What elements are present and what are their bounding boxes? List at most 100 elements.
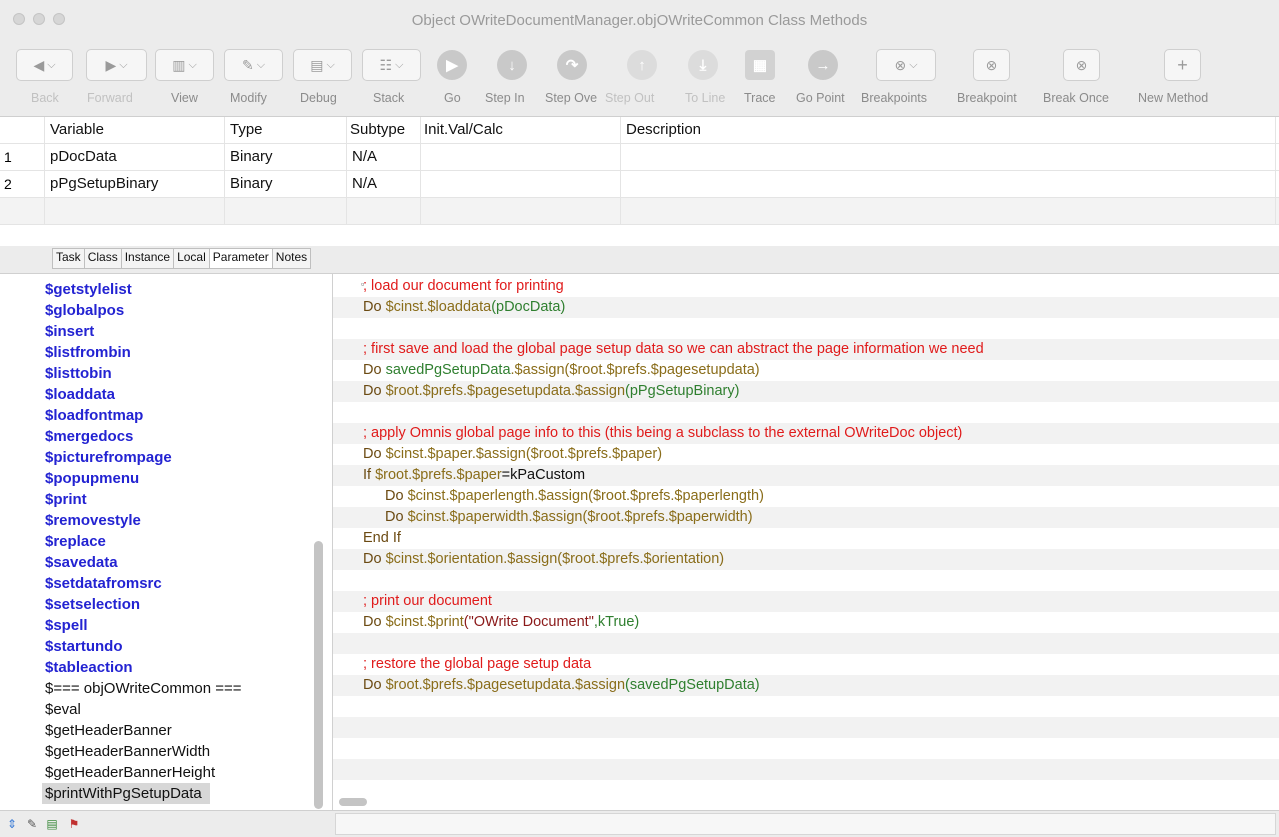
code-line[interactable]: Do $cinst.$paperwidth.$assign($root.$pre… xyxy=(333,507,1279,528)
method-item[interactable]: $getstylelist xyxy=(45,279,132,300)
column-header-subtype[interactable]: Subtype xyxy=(347,117,421,143)
breakpoints-button[interactable]: ⊗ ⌵ xyxy=(876,49,936,81)
code-line[interactable]: Do $cinst.$orientation.$assign($root.$pr… xyxy=(333,549,1279,570)
code-line[interactable] xyxy=(333,717,1279,738)
method-item[interactable]: $picturefrompage xyxy=(45,447,172,468)
variable-description-cell[interactable] xyxy=(621,171,1276,197)
code-line[interactable]: Do $root.$prefs.$pagesetupdata.$assign(s… xyxy=(333,675,1279,696)
code-line[interactable]: Do $cinst.$paperlength.$assign($root.$pr… xyxy=(333,486,1279,507)
method-item[interactable]: $insert xyxy=(45,321,94,342)
method-item[interactable]: $listfrombin xyxy=(45,342,131,363)
modify-icon[interactable]: ✎ xyxy=(24,816,40,832)
table-row-empty[interactable] xyxy=(0,198,1279,225)
code-line[interactable] xyxy=(333,633,1279,654)
method-item[interactable]: $savedata xyxy=(45,552,118,573)
variable-type-cell[interactable]: Binary xyxy=(225,171,347,197)
code-horizontal-scrollbar[interactable] xyxy=(339,798,367,806)
code-line[interactable] xyxy=(333,570,1279,591)
variable-name-cell[interactable]: pDocData xyxy=(45,144,225,170)
variable-subtype-cell[interactable]: N/A xyxy=(347,171,421,197)
variable-init-cell[interactable] xyxy=(421,144,621,170)
code-text: End If xyxy=(363,528,401,549)
table-row[interactable]: 2 pPgSetupBinary Binary N/A xyxy=(0,171,1279,198)
step-over-button[interactable]: ↷ xyxy=(557,50,587,80)
code-line[interactable] xyxy=(333,780,1279,801)
step-in-button[interactable]: ↓ xyxy=(497,50,527,80)
trace-button[interactable]: ▦ xyxy=(745,50,775,80)
sort-arrows-icon[interactable]: ⇕ xyxy=(4,816,20,832)
code-line[interactable] xyxy=(333,318,1279,339)
go-point-button[interactable]: → xyxy=(808,50,838,80)
method-item[interactable]: $listtobin xyxy=(45,363,112,384)
variable-description-cell[interactable] xyxy=(621,144,1276,170)
tab-parameter[interactable]: Parameter xyxy=(209,249,273,268)
method-item[interactable]: $getHeaderBanner xyxy=(45,720,172,741)
method-item[interactable]: $getHeaderBannerHeight xyxy=(45,762,215,783)
method-item-selected[interactable]: $printWithPgSetupData xyxy=(42,783,210,804)
code-line[interactable]: ▫; load our document for printing xyxy=(333,276,1279,297)
stack-button[interactable]: ☷ ⌵ xyxy=(362,49,421,81)
method-item[interactable]: $eval xyxy=(45,699,81,720)
variable-subtype-cell[interactable]: N/A xyxy=(347,144,421,170)
method-item[interactable]: $print xyxy=(45,489,87,510)
code-line[interactable]: Do $root.$prefs.$pagesetupdata.$assign(p… xyxy=(333,381,1279,402)
debug-button[interactable]: ▤ ⌵ xyxy=(293,49,352,81)
code-line[interactable]: Do $cinst.$print("OWrite Document",kTrue… xyxy=(333,612,1279,633)
method-item[interactable]: $setselection xyxy=(45,594,140,615)
breakpoint-button[interactable]: ⊗ xyxy=(973,49,1010,81)
method-item[interactable]: $globalpos xyxy=(45,300,124,321)
to-line-button[interactable]: ⤓ xyxy=(688,50,718,80)
column-header-init[interactable]: Init.Val/Calc xyxy=(421,117,621,143)
view-button[interactable]: ▥ ⌵ xyxy=(155,49,214,81)
tab-task[interactable]: Task xyxy=(53,249,85,268)
break-once-button[interactable]: ⊗ xyxy=(1063,49,1100,81)
method-item[interactable]: $tableaction xyxy=(45,657,133,678)
code-editor[interactable]: Do $root.$prefs.$pagesetupdata.$assign(s… xyxy=(333,273,1279,811)
method-item[interactable]: $startundo xyxy=(45,636,123,657)
code-line[interactable] xyxy=(333,738,1279,759)
code-line[interactable]: Do $cinst.$paper.$assign($root.$prefs.$p… xyxy=(333,444,1279,465)
variable-name-cell[interactable]: pPgSetupBinary xyxy=(45,171,225,197)
go-button[interactable]: ▶ xyxy=(437,50,467,80)
code-line[interactable] xyxy=(333,402,1279,423)
tab-class[interactable]: Class xyxy=(85,249,122,268)
method-item[interactable]: $replace xyxy=(45,531,106,552)
method-item[interactable]: $removestyle xyxy=(45,510,141,531)
table-row[interactable]: 1 pDocData Binary N/A xyxy=(0,144,1279,171)
new-method-button[interactable]: + xyxy=(1164,49,1201,81)
code-line[interactable]: If $root.$prefs.$paper=kPaCustom xyxy=(333,465,1279,486)
code-line[interactable] xyxy=(333,759,1279,780)
tab-notes[interactable]: Notes xyxy=(273,249,310,268)
method-item[interactable]: $setdatafromsrc xyxy=(45,573,162,594)
forward-button[interactable]: ▶ ⌵ xyxy=(86,49,147,81)
method-item[interactable]: $=== objOWriteCommon === xyxy=(45,678,242,699)
variable-type-cell[interactable]: Binary xyxy=(225,144,347,170)
code-token: ) xyxy=(719,551,725,567)
code-line[interactable]: ; first save and load the global page se… xyxy=(333,339,1279,360)
code-line[interactable]: Do savedPgSetupData.$assign($root.$prefs… xyxy=(333,360,1279,381)
method-item[interactable]: $mergedocs xyxy=(45,426,133,447)
tab-local[interactable]: Local xyxy=(174,249,210,268)
method-list-scrollbar[interactable] xyxy=(314,541,323,809)
method-item[interactable]: $loaddata xyxy=(45,384,115,405)
column-header-type[interactable]: Type xyxy=(225,117,347,143)
debug-icon[interactable]: ▤ xyxy=(44,816,60,832)
code-line[interactable]: ; restore the global page setup data xyxy=(333,654,1279,675)
code-line[interactable]: Do $cinst.$loaddata(pDocData) xyxy=(333,297,1279,318)
method-item[interactable]: $getHeaderBannerWidth xyxy=(45,741,210,762)
variable-init-cell[interactable] xyxy=(421,171,621,197)
code-line[interactable]: ; print our document xyxy=(333,591,1279,612)
column-header-variable[interactable]: Variable xyxy=(45,117,225,143)
method-item[interactable]: $spell xyxy=(45,615,88,636)
code-line[interactable] xyxy=(333,696,1279,717)
code-line[interactable]: End If xyxy=(333,528,1279,549)
method-item[interactable]: $loadfontmap xyxy=(45,405,143,426)
tab-instance[interactable]: Instance xyxy=(122,249,175,268)
method-item[interactable]: $popupmenu xyxy=(45,468,139,489)
step-out-button[interactable]: ↑ xyxy=(627,50,657,80)
breakpoint-flag-icon[interactable]: ⚑ xyxy=(66,816,82,832)
column-header-description[interactable]: Description xyxy=(621,117,1276,143)
modify-button[interactable]: ✎ ⌵ xyxy=(224,49,283,81)
code-line[interactable]: ; apply Omnis global page info to this (… xyxy=(333,423,1279,444)
back-button[interactable]: ◀ ⌵ xyxy=(16,49,73,81)
